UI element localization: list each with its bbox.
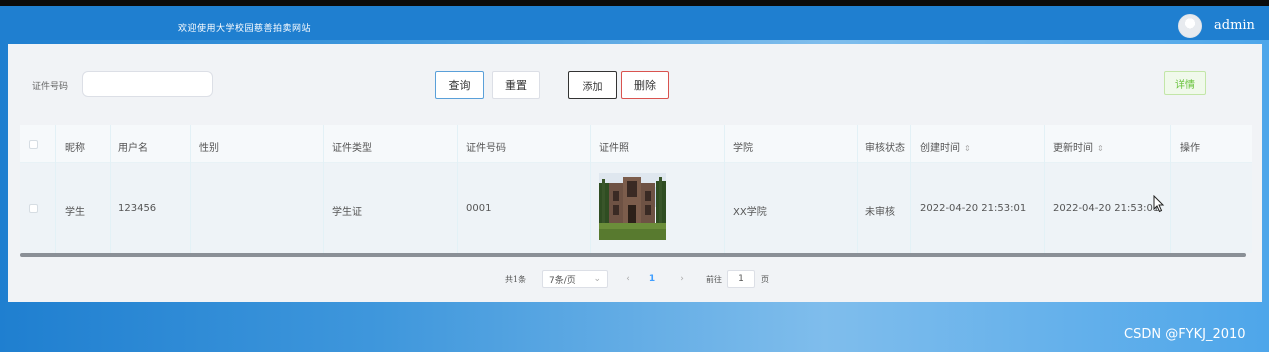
cell-id-type: 学生证 xyxy=(332,207,362,218)
column-divider xyxy=(110,125,111,253)
column-divider xyxy=(323,125,324,253)
column-header-actions: 操作 xyxy=(1180,143,1200,154)
sort-icon[interactable]: ⇕ xyxy=(964,144,971,153)
next-page-icon[interactable]: › xyxy=(674,270,690,288)
column-divider xyxy=(910,125,911,253)
id-photo-image[interactable] xyxy=(599,173,666,240)
delete-button[interactable]: 删除 xyxy=(621,71,669,99)
column-divider xyxy=(190,125,191,253)
column-divider xyxy=(457,125,458,253)
data-table: 昵称 用户名 性别 证件类型 证件号码 证件照 学院 审核状态 创建时间 ⇕ 更新… xyxy=(20,125,1252,253)
cell-nickname: 学生 xyxy=(65,207,85,218)
top-header: 欢迎使用大学校园慈善拍卖网站 admin xyxy=(0,6,1269,40)
column-header-updated-time[interactable]: 更新时间 ⇕ xyxy=(1053,139,1104,154)
column-header-username: 用户名 xyxy=(118,143,148,154)
column-header-gender: 性别 xyxy=(199,143,219,154)
row-checkbox[interactable] xyxy=(29,204,38,213)
column-divider xyxy=(1170,125,1171,253)
cell-status: 未审核 xyxy=(865,207,895,218)
cell-college: XX学院 xyxy=(733,207,767,218)
page-unit-label: 页 xyxy=(761,274,769,284)
column-header-created-time[interactable]: 创建时间 ⇕ xyxy=(920,139,971,154)
goto-page-input[interactable]: 1 xyxy=(727,270,755,288)
site-title: 欢迎使用大学校园慈善拍卖网站 xyxy=(178,24,312,34)
chevron-down-icon: ⌄ xyxy=(593,274,601,284)
detail-button[interactable]: 详情 xyxy=(1164,71,1206,95)
column-header-college: 学院 xyxy=(733,143,753,154)
goto-label: 前往 xyxy=(706,274,722,284)
cell-username: 123456 xyxy=(118,203,157,214)
column-header-id-photo: 证件照 xyxy=(599,143,629,154)
user-avatar-icon[interactable] xyxy=(1178,14,1202,38)
column-header-nickname: 昵称 xyxy=(65,143,85,154)
username[interactable]: admin xyxy=(1214,18,1255,33)
page-size-select[interactable]: 7条/页 ⌄ xyxy=(542,270,608,288)
page-number-current[interactable]: 1 xyxy=(642,270,662,288)
select-all-checkbox[interactable] xyxy=(29,140,38,149)
mouse-cursor-icon xyxy=(1153,195,1165,213)
page-size-value: 7条/页 xyxy=(549,275,576,286)
column-header-id-number: 证件号码 xyxy=(466,143,506,154)
cell-updated-time: 2022-04-20 21:53:01 xyxy=(1053,203,1160,214)
cell-id-number: 0001 xyxy=(466,203,492,214)
id-number-search-input[interactable] xyxy=(82,71,213,97)
cell-created-time: 2022-04-20 21:53:01 xyxy=(920,203,1027,214)
column-divider xyxy=(590,125,591,253)
prev-page-icon[interactable]: ‹ xyxy=(620,270,636,288)
add-button[interactable]: 添加 xyxy=(568,71,617,99)
column-divider xyxy=(55,125,56,253)
pagination-total: 共1条 xyxy=(505,274,527,284)
column-header-id-type: 证件类型 xyxy=(332,143,372,154)
query-button[interactable]: 查询 xyxy=(435,71,484,99)
column-divider xyxy=(1044,125,1045,253)
column-header-status: 审核状态 xyxy=(865,143,905,154)
search-label: 证件号码 xyxy=(32,82,69,92)
column-divider xyxy=(857,125,858,253)
watermark: CSDN @FYKJ_2010 xyxy=(1124,327,1246,342)
sort-icon[interactable]: ⇕ xyxy=(1097,144,1104,153)
table-horizontal-scrollbar[interactable] xyxy=(20,253,1246,257)
reset-button[interactable]: 重置 xyxy=(492,71,540,99)
column-divider xyxy=(724,125,725,253)
